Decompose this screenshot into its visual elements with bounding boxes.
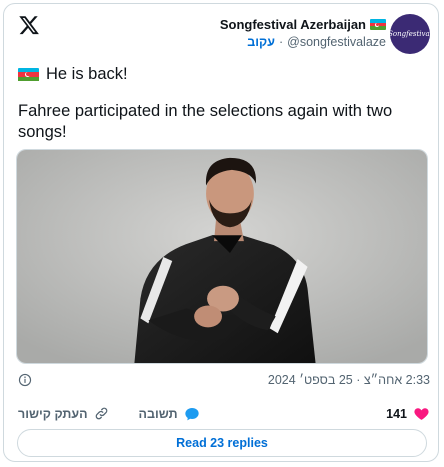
heart-icon [414, 408, 429, 420]
tweet-photo[interactable] [16, 149, 428, 364]
like-button[interactable]: 141 [386, 405, 430, 422]
avatar[interactable]: Songfestival [388, 14, 432, 54]
author-block: Songfestival Azerbaijan עקוב · @songfest… [219, 17, 386, 49]
tweet-line-1: He is back! [46, 65, 128, 83]
x-logo-icon[interactable] [18, 14, 40, 36]
azerbaijan-flag-icon [18, 67, 39, 82]
follow-link[interactable]: עקוב [247, 35, 275, 49]
author-name[interactable]: Songfestival Azerbaijan [220, 17, 366, 32]
reply-button[interactable]: תשובה [139, 406, 200, 422]
tweet-embed-card: Songfestival Songfestival Azerbaijan עקו… [3, 3, 439, 462]
copy-link-button[interactable]: העתק קישור [18, 406, 109, 422]
copy-link-label: העתק קישור [18, 406, 88, 421]
read-replies-button[interactable]: Read 23 replies [17, 429, 427, 457]
tweet-meta: 2:33 אחה״צ · 25 בספט׳ 2024 [18, 373, 430, 387]
like-count: 141 [386, 406, 407, 421]
author-handle[interactable]: @songfestivalaze [287, 35, 386, 49]
tweet-text: He is back! Fahree participated in the s… [18, 64, 418, 143]
reply-bubble-icon [184, 407, 199, 420]
azerbaijan-flag-icon [370, 19, 386, 30]
timestamp[interactable]: 2:33 אחה״צ · 25 בספט׳ 2024 [268, 373, 430, 387]
reply-label: תשובה [138, 406, 178, 421]
tweet-line-2: Fahree participated in the selections ag… [18, 102, 393, 141]
avatar-text: Songfestival [388, 30, 432, 38]
info-icon[interactable] [18, 373, 32, 387]
link-icon [95, 407, 107, 420]
action-bar: תשובה העתק קישור 141 [18, 405, 430, 422]
